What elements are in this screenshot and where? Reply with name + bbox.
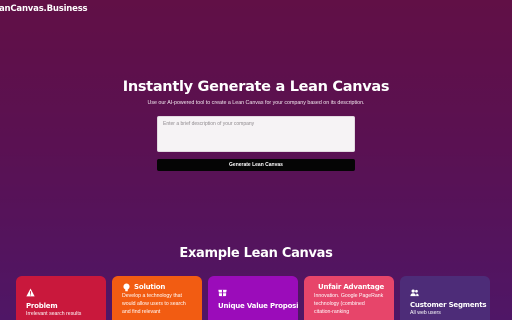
card-text: All web users [410,310,441,316]
card-text: Innovation. Google PageRank technology (… [314,293,384,316]
card-unfair-advantage: Unfair Advantage Innovation. Google Page… [304,276,394,320]
warning-icon [26,288,35,297]
card-problem: Problem Irrelevant search results [16,276,106,320]
card-solution: Solution Develop a technology that would… [112,276,202,320]
hero-subtitle: Use our AI-powered tool to create a Lean… [147,100,365,106]
site-logo[interactable]: anCanvas.Business [0,4,88,14]
card-title: Unfair Advantage [318,283,385,291]
card-title: Solution [134,283,166,291]
card-title: Unique Value Proposition [218,302,298,310]
card-title: Customer Segments [410,301,487,309]
card-unique-value-proposition: Unique Value Proposition [208,276,298,320]
hero-title: Instantly Generate a Lean Canvas [122,79,390,95]
card-text: Develop a technology that would allow us… [122,293,186,316]
example-section-title: Example Lean Canvas [179,246,333,261]
company-description-input[interactable] [157,116,355,152]
generate-lean-canvas-button[interactable]: Generate Lean Canvas [157,159,355,171]
gift-icon [218,289,227,297]
card-customer-segments: Customer Segments All web users [400,276,490,320]
users-icon [410,289,419,297]
card-title: Problem [26,302,58,310]
lightbulb-icon [123,283,130,291]
card-text: Irrelevant search results [26,311,82,317]
